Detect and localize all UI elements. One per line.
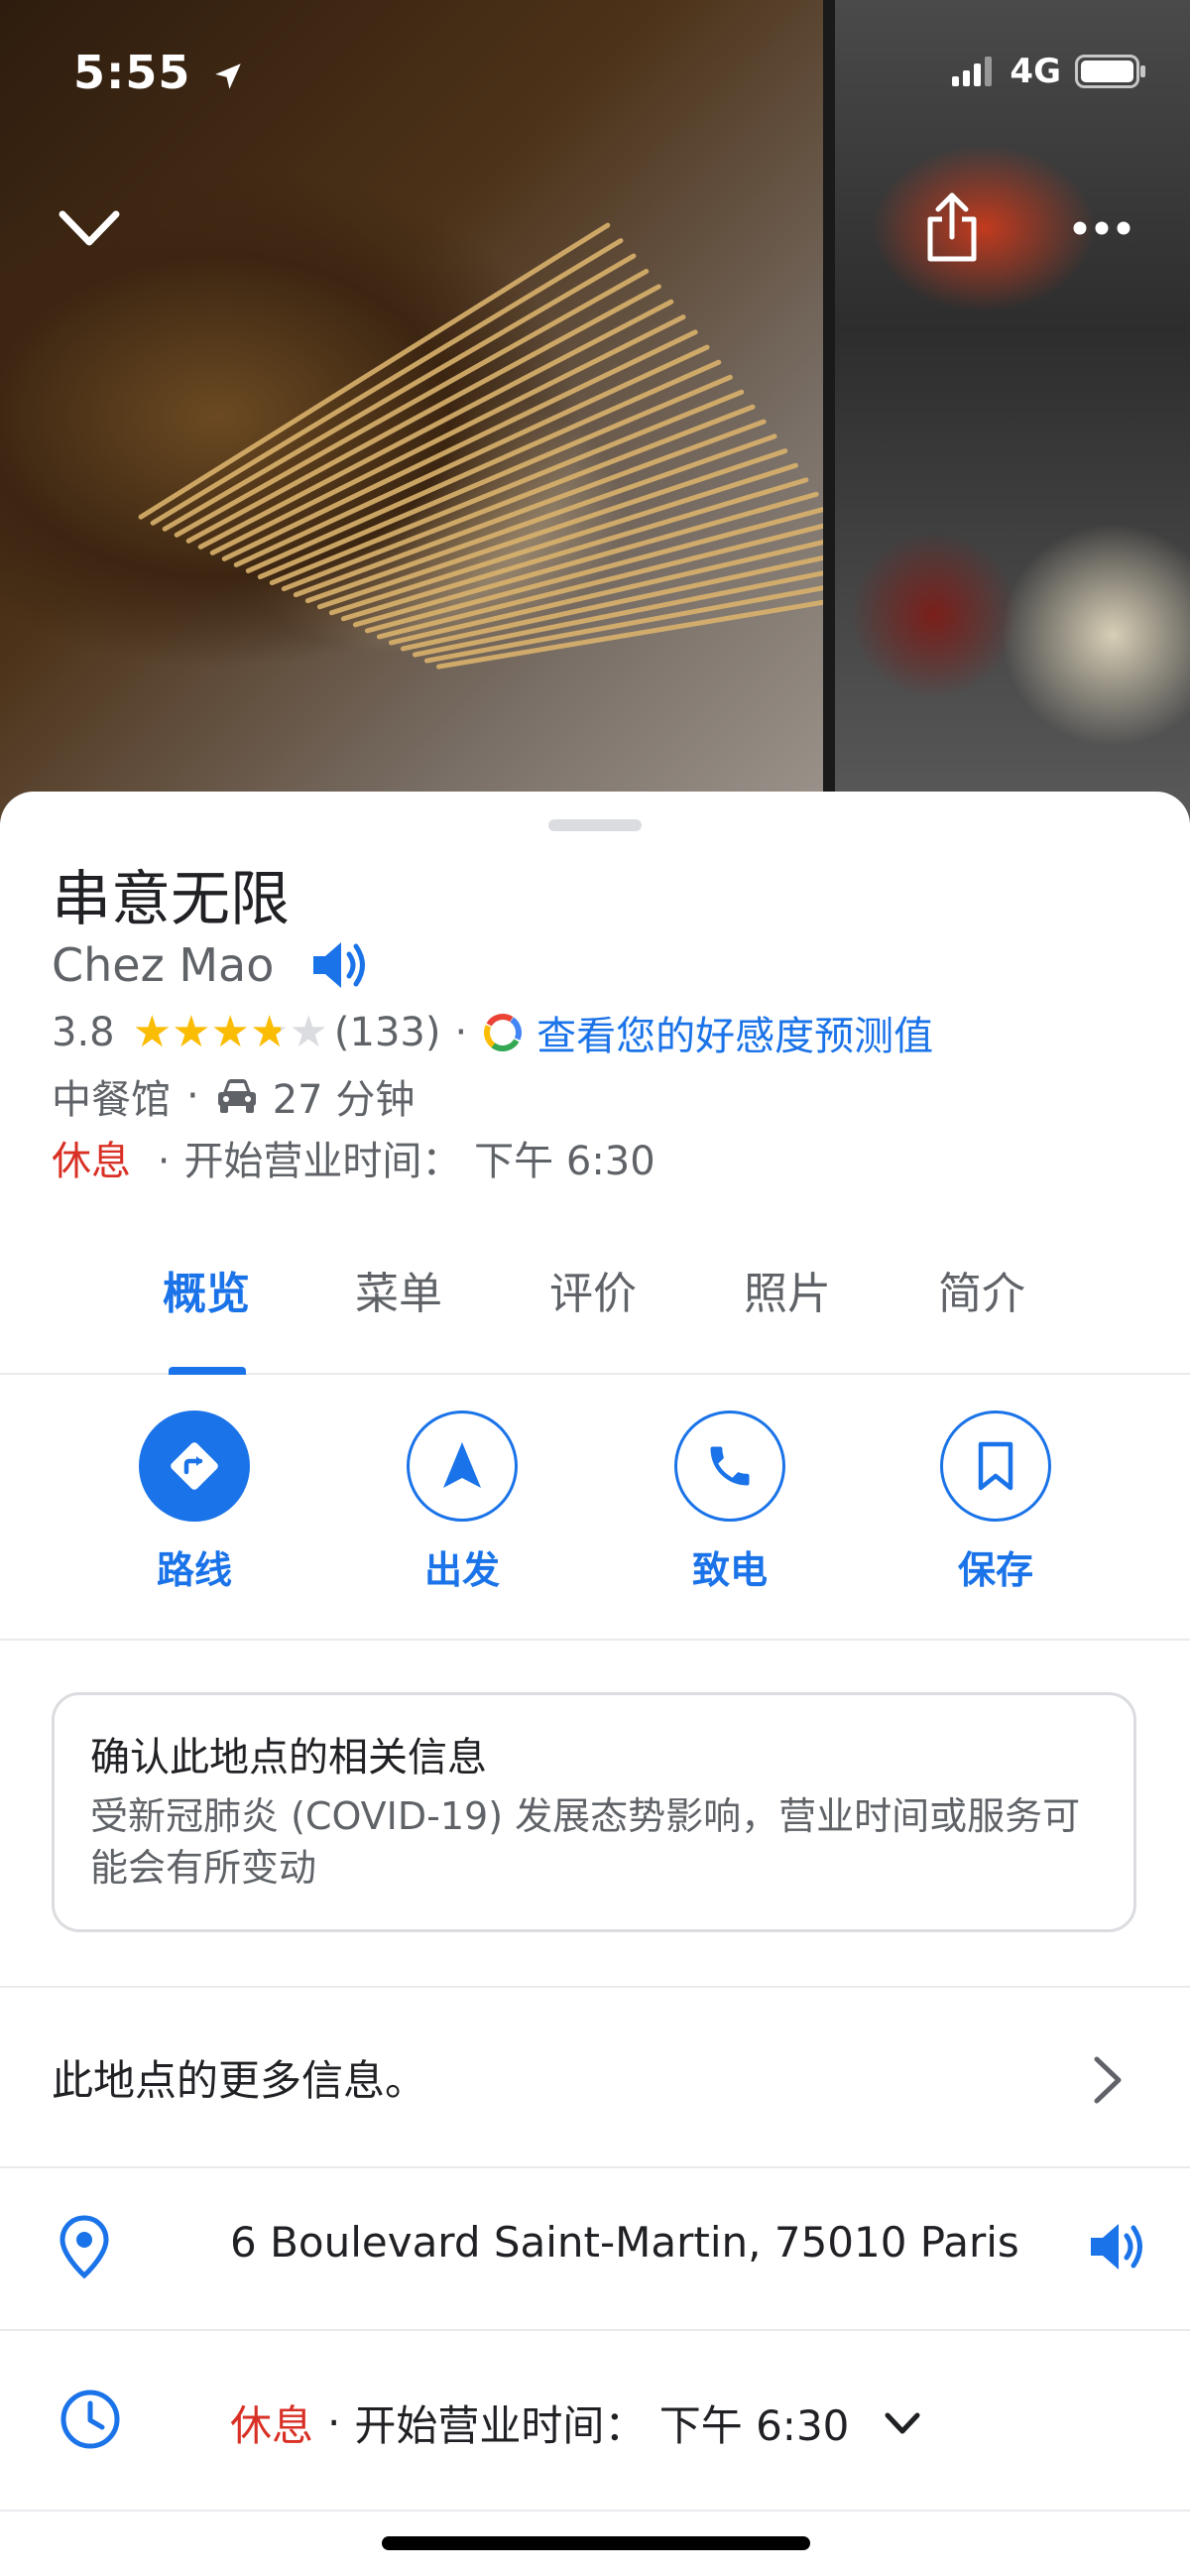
- save-label: 保存: [957, 1548, 1033, 1592]
- covid-notice-card: 确认此地点的相关信息 受新冠肺炎 (COVID-19) 发展态势影响，营业时间或…: [52, 1692, 1136, 1932]
- google-g-icon: [484, 1014, 523, 1051]
- hours-text: 休息 · 开始营业时间： 下午 6:30: [230, 2392, 922, 2453]
- food-photo-main[interactable]: [0, 0, 888, 823]
- category: 中餐馆: [52, 1077, 171, 1123]
- rating-stars: ★ ★ ★ ★ ★: [133, 1011, 328, 1054]
- photo-gallery[interactable]: [0, 0, 1190, 823]
- call-button[interactable]: 致电: [631, 1411, 829, 1594]
- rating-row[interactable]: 3.8 ★ ★ ★ ★ ★ (133) · 查看您的好感度预测值: [52, 1004, 933, 1061]
- car-icon: [217, 1079, 256, 1113]
- more-options-button[interactable]: [1065, 198, 1138, 258]
- photo-divider: [823, 0, 835, 823]
- tab-overview[interactable]: 概览: [163, 1258, 250, 1321]
- more-horizontal-icon: [1073, 221, 1130, 235]
- status-indicators: 4G: [952, 52, 1146, 91]
- rating-value: 3.8: [52, 1010, 115, 1055]
- directions-button[interactable]: 路线: [95, 1411, 294, 1594]
- star-icon: ★: [132, 1007, 173, 1057]
- bookmark-icon: [978, 1441, 1013, 1491]
- star-icon: ★: [289, 1007, 328, 1057]
- skewer-stick: [220, 328, 699, 562]
- hours-status: 休息: [230, 2401, 314, 2450]
- directions-icon-circle: [139, 1411, 250, 1522]
- action-buttons: 路线 出发 致电 保存: [0, 1373, 1190, 1641]
- star-icon: ★: [249, 1007, 290, 1057]
- address-text: 6 Boulevard Saint-Martin, 75010 Paris: [230, 2218, 1019, 2267]
- chevron-down-icon[interactable]: [883, 2409, 922, 2437]
- network-type: 4G: [1010, 52, 1061, 91]
- speaker-icon[interactable]: [309, 936, 371, 994]
- place-subtitle-row: Chez Mao: [52, 936, 371, 994]
- more-info-row[interactable]: 此地点的更多信息。: [0, 1988, 1190, 2166]
- collapse-button[interactable]: [50, 198, 129, 258]
- battery-icon: [1075, 55, 1145, 88]
- star-icon: ★: [210, 1007, 250, 1057]
- separator-dot: ·: [157, 1139, 171, 1184]
- opening-time: 开始营业时间： 下午 6:30: [183, 1139, 655, 1184]
- navigation-icon-circle: [407, 1411, 518, 1522]
- home-indicator[interactable]: [382, 2536, 810, 2550]
- phone-icon-circle: [674, 1411, 785, 1522]
- separator-dot: ·: [454, 1010, 468, 1055]
- skewer-stick: [232, 343, 711, 568]
- prediction-link[interactable]: 查看您的好感度预测值: [536, 1004, 933, 1061]
- directions-label: 路线: [156, 1548, 232, 1592]
- more-info-text: 此地点的更多信息。: [52, 2056, 427, 2105]
- navigation-icon: [443, 1442, 481, 1488]
- place-title: 串意无限: [52, 865, 290, 934]
- bookmark-icon-circle: [940, 1411, 1051, 1522]
- category-row: 中餐馆 · 27 分钟: [52, 1067, 415, 1125]
- skewer-stick: [316, 447, 788, 610]
- location-pin-icon: [60, 2215, 109, 2279]
- tab-menu[interactable]: 菜单: [355, 1258, 442, 1321]
- notice-title: 确认此地点的相关信息: [90, 1735, 487, 1780]
- phone-icon: [710, 1446, 750, 1486]
- location-arrow-icon: [215, 62, 242, 89]
- save-button[interactable]: 保存: [896, 1411, 1095, 1594]
- share-button[interactable]: [912, 183, 992, 272]
- chevron-right-icon: [1094, 2056, 1122, 2104]
- directions-icon: [171, 1442, 218, 1490]
- food-photo-secondary[interactable]: [835, 0, 1190, 823]
- tab-photos[interactable]: 照片: [744, 1258, 831, 1321]
- closed-status: 休息: [52, 1139, 131, 1184]
- separator-dot: ·: [186, 1073, 199, 1119]
- place-subtitle: Chez Mao: [52, 938, 275, 992]
- review-count: (133): [333, 1010, 441, 1055]
- tab-about[interactable]: 简介: [938, 1258, 1025, 1321]
- signal-icon: [952, 57, 993, 86]
- hours-row[interactable]: 休息 · 开始营业时间： 下午 6:30: [0, 2331, 1190, 2510]
- speaker-icon[interactable]: [1087, 2218, 1148, 2275]
- share-icon: [927, 192, 977, 262]
- start-label: 出发: [423, 1548, 500, 1592]
- clock-icon: [60, 2390, 120, 2449]
- divider: [0, 2510, 1190, 2512]
- hours-summary: 休息 · 开始营业时间： 下午 6:30: [52, 1129, 655, 1186]
- place-sheet: 串意无限 Chez Mao 3.8 ★ ★ ★ ★ ★ (133) · 查看您的…: [0, 792, 1190, 2576]
- hours-detail: 开始营业时间： 下午 6:30: [354, 2401, 850, 2450]
- tab-reviews[interactable]: 评价: [549, 1258, 637, 1321]
- separator-dot: ·: [327, 2398, 341, 2447]
- star-icon: ★: [172, 1007, 211, 1057]
- notice-body: 受新冠肺炎 (COVID-19) 发展态势影响，营业时间或服务可能会有所变动: [90, 1794, 1081, 1890]
- drag-handle[interactable]: [548, 819, 642, 831]
- drive-time: 27 分钟: [272, 1077, 416, 1123]
- address-row[interactable]: 6 Boulevard Saint-Martin, 75010 Paris: [0, 2168, 1190, 2329]
- status-time: 5:55: [73, 46, 245, 99]
- chevron-down-icon: [59, 210, 120, 246]
- call-label: 致电: [691, 1548, 768, 1592]
- tab-bar: 概览 菜单 评价 照片 简介: [0, 1228, 1190, 1375]
- start-navigation-button[interactable]: 出发: [363, 1411, 561, 1594]
